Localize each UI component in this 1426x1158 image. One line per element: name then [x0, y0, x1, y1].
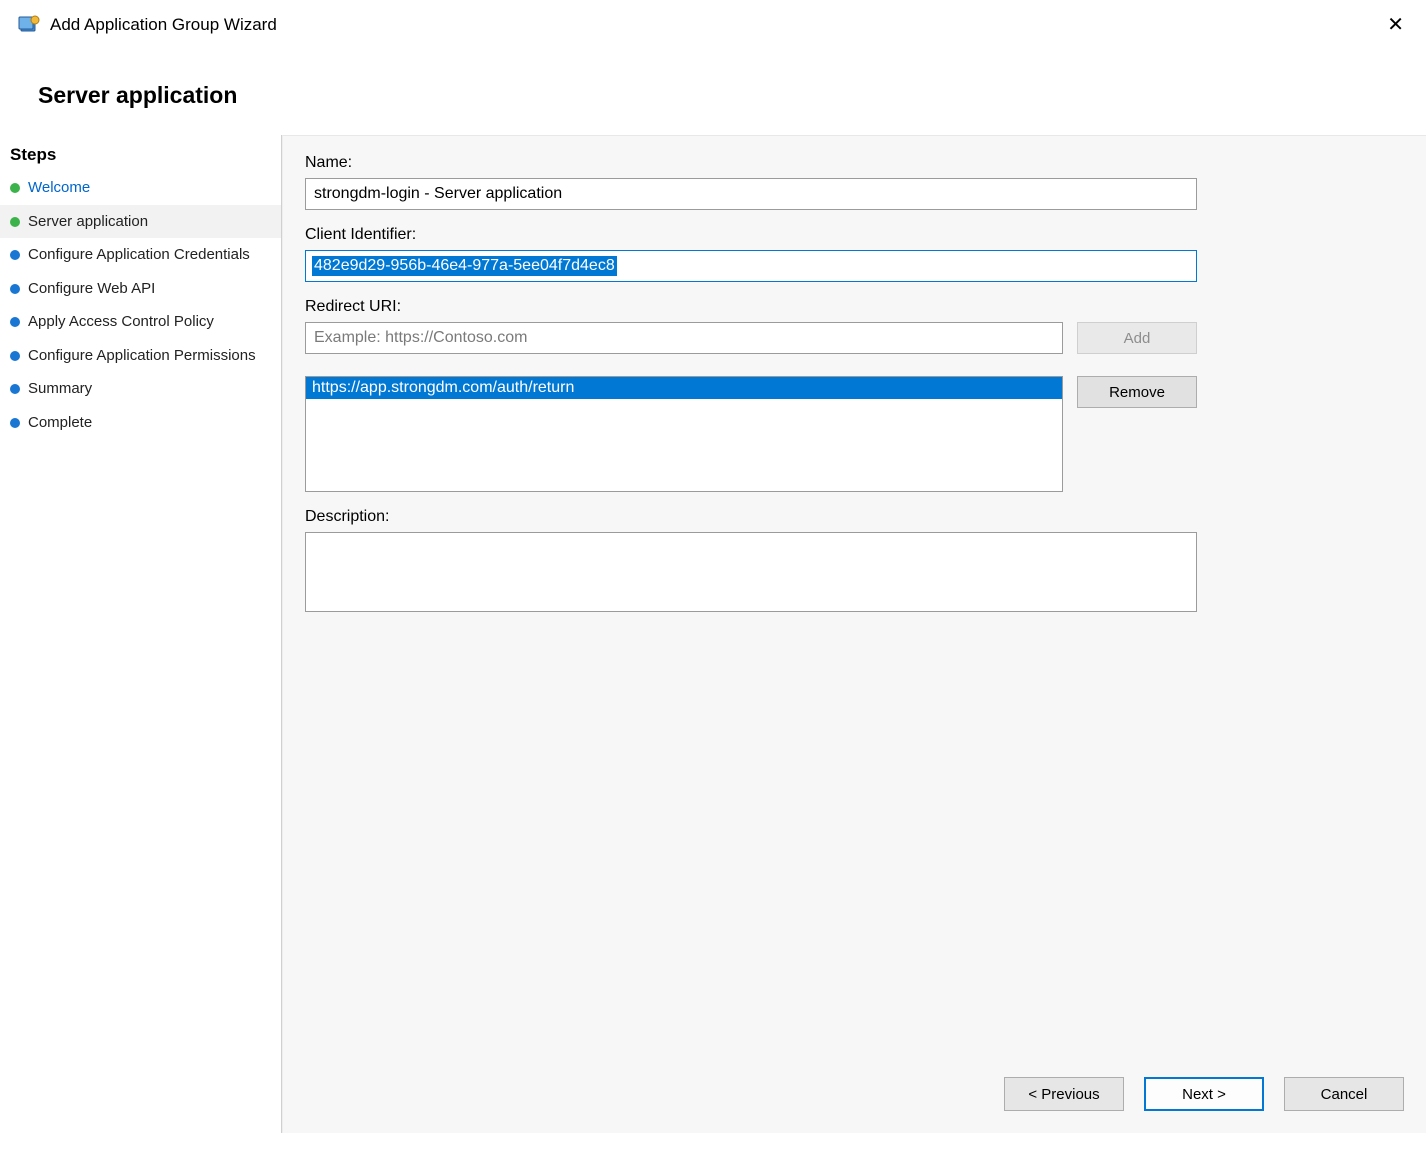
step-label: Welcome: [28, 178, 90, 198]
step-welcome[interactable]: Welcome: [0, 171, 281, 205]
description-label: Description:: [305, 508, 1404, 526]
steps-panel: Steps Welcome Server application Configu…: [0, 135, 282, 1133]
step-label: Apply Access Control Policy: [28, 312, 214, 332]
app-icon: [18, 14, 40, 36]
step-bullet-icon: [10, 284, 20, 294]
wizard-footer: < Previous Next > Cancel: [1004, 1077, 1404, 1111]
client-id-label: Client Identifier:: [305, 226, 1404, 244]
description-input[interactable]: [305, 532, 1197, 612]
step-bullet-icon: [10, 317, 20, 327]
titlebar: Add Application Group Wizard ✕: [0, 0, 1426, 46]
step-bullet-icon: [10, 351, 20, 361]
step-label: Configure Application Permissions: [28, 346, 256, 366]
step-bullet-icon: [10, 183, 20, 193]
steps-title: Steps: [0, 141, 281, 171]
name-label: Name:: [305, 154, 1404, 172]
step-configure-web-api[interactable]: Configure Web API: [0, 272, 281, 306]
wizard-body: Steps Welcome Server application Configu…: [0, 135, 1426, 1133]
page-heading: Server application: [0, 46, 1426, 135]
add-button[interactable]: Add: [1077, 322, 1197, 354]
redirect-uri-item[interactable]: https://app.strongdm.com/auth/return: [306, 377, 1062, 399]
step-bullet-icon: [10, 384, 20, 394]
cancel-button[interactable]: Cancel: [1284, 1077, 1404, 1111]
step-bullet-icon: [10, 250, 20, 260]
step-configure-credentials[interactable]: Configure Application Credentials: [0, 238, 281, 272]
close-icon[interactable]: ✕: [1375, 11, 1416, 39]
window-title: Add Application Group Wizard: [50, 15, 1375, 35]
redirect-uri-label: Redirect URI:: [305, 298, 1404, 316]
step-server-application[interactable]: Server application: [0, 205, 281, 239]
step-apply-access-control[interactable]: Apply Access Control Policy: [0, 305, 281, 339]
step-label: Configure Application Credentials: [28, 245, 250, 265]
step-bullet-icon: [10, 418, 20, 428]
content-pane: Name: Client Identifier: 482e9d29-956b-4…: [282, 135, 1426, 1133]
redirect-uri-list[interactable]: https://app.strongdm.com/auth/return: [305, 376, 1063, 492]
previous-button[interactable]: < Previous: [1004, 1077, 1124, 1111]
step-configure-permissions[interactable]: Configure Application Permissions: [0, 339, 281, 373]
redirect-uri-input[interactable]: [305, 322, 1063, 354]
client-id-input[interactable]: 482e9d29-956b-46e4-977a-5ee04f7d4ec8: [305, 250, 1197, 282]
remove-button[interactable]: Remove: [1077, 376, 1197, 408]
name-input[interactable]: [305, 178, 1197, 210]
next-button[interactable]: Next >: [1144, 1077, 1264, 1111]
step-complete[interactable]: Complete: [0, 406, 281, 440]
step-label: Summary: [28, 379, 92, 399]
step-label: Complete: [28, 413, 92, 433]
client-id-value: 482e9d29-956b-46e4-977a-5ee04f7d4ec8: [312, 256, 617, 276]
step-label: Configure Web API: [28, 279, 155, 299]
step-summary[interactable]: Summary: [0, 372, 281, 406]
step-bullet-icon: [10, 217, 20, 227]
step-label: Server application: [28, 212, 148, 232]
